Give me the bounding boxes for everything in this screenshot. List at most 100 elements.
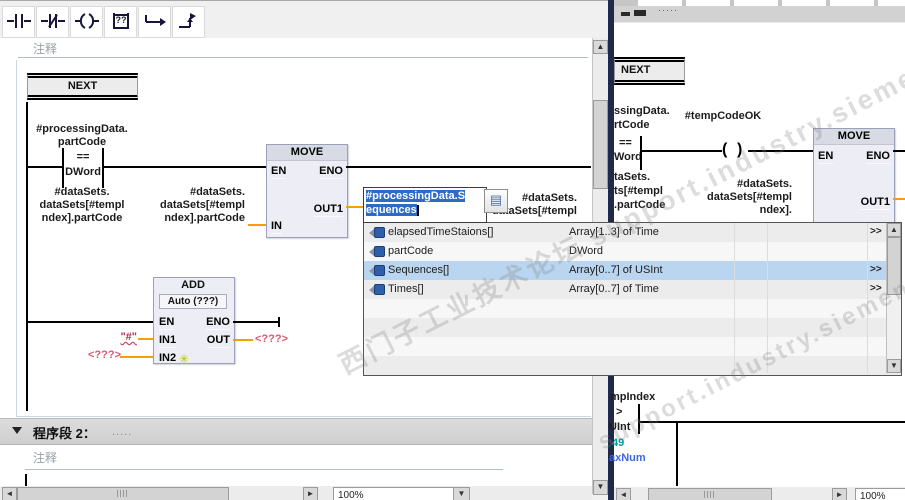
right-hscroll-right-arrow[interactable]: ► (832, 488, 847, 500)
move-in-operand[interactable]: #dataSets. dataSets[#templ ndex].partCode (143, 186, 245, 225)
edit-field-line2: equences (366, 204, 417, 216)
right-compare-top2[interactable]: rtCode (614, 119, 649, 132)
row-expand[interactable]: >> (870, 226, 882, 237)
left-zoom-dropdown-arrow[interactable]: ▼ (453, 487, 470, 500)
row-type: Array[1..3] of Time (569, 226, 659, 238)
jump-label-next[interactable]: NEXT (27, 73, 138, 100)
row-expand[interactable]: >> (870, 264, 882, 275)
move-en-pin: EN (271, 165, 287, 179)
autocomplete-empty-row (364, 356, 901, 375)
right-compare-top1[interactable]: ssingData. (614, 105, 670, 118)
network2-comment[interactable]: 注释 (33, 449, 57, 466)
coil-button[interactable] (70, 6, 103, 38)
network2-collapse-icon[interactable] (12, 427, 22, 434)
no-contact-button[interactable] (2, 6, 35, 38)
dropdown-scroll-thumb[interactable] (887, 237, 901, 295)
network2-power-rail-stub (25, 474, 27, 486)
compare-datatype[interactable]: DWord (64, 166, 102, 179)
dropdown-scroll-up-arrow[interactable]: ▲ (887, 223, 901, 237)
autocomplete-row[interactable]: partCode DWord (364, 242, 901, 261)
right-compare-bottom2[interactable]: ts[#templ (614, 185, 663, 198)
coil-operand[interactable]: #tempCodeOK (668, 110, 778, 123)
add-in2-pin: IN2 (159, 352, 177, 366)
operand-browse-button[interactable]: ▤ (484, 189, 508, 213)
network2-title[interactable]: 程序段 2： (33, 423, 96, 442)
right-compare2-operator[interactable]: > (616, 406, 622, 419)
hscroll-grip (704, 491, 716, 498)
hscroll-grip (117, 490, 129, 497)
move-block-title: MOVE (267, 145, 347, 161)
autocomplete-row-selected[interactable]: Sequences[] Array[0..7] of USInt >> (364, 261, 901, 280)
tia-portal-ladder-editor: ?? 注释 NEXT #processingData. partCode == D… (0, 0, 905, 500)
right-compare2-datatype[interactable]: UInt (609, 421, 630, 434)
right-header-glyph (621, 12, 630, 16)
right-compare-operator[interactable]: == (619, 137, 632, 150)
dropdown-vscrollbar[interactable]: ▲ ▼ (886, 223, 901, 373)
compare-contact-operand-bottom[interactable]: #dataSets. dataSets[#templ ndex].partCode (20, 186, 144, 225)
right-move-block[interactable]: MOVE EN ENO OUT1 (813, 128, 895, 224)
autocomplete-empty-row (364, 318, 901, 337)
move-in-pin: IN (271, 220, 282, 234)
open-branch-button[interactable] (138, 6, 171, 38)
autocomplete-row[interactable]: elapsedTimeStaions[] Array[1..3] of Time… (364, 223, 901, 242)
right-compare2-bar (638, 404, 640, 434)
empty-box-button[interactable]: ?? (104, 6, 137, 38)
add-input-star-icon[interactable]: ✳ (179, 352, 189, 366)
dropdown-scroll-down-arrow[interactable]: ▼ (887, 359, 901, 373)
right-move-in-operand[interactable]: #dataSets. dataSets[#templ ndex]. (700, 178, 792, 217)
right-branch-vwire (676, 423, 678, 486)
compare-operator[interactable]: == (64, 151, 102, 164)
nc-contact-button[interactable] (36, 6, 69, 38)
right-compare2-operand[interactable]: mpIndex (610, 391, 655, 404)
close-branch-button[interactable] (172, 6, 205, 38)
right-zoom-select[interactable]: 100% (855, 488, 905, 500)
autocomplete-row[interactable]: Times[] Array[0..7] of Time >> (364, 280, 901, 299)
right-compare2-tag[interactable]: axNum (609, 452, 646, 465)
right-move-block-title: MOVE (814, 129, 894, 145)
add-block[interactable]: ADD Auto (???) EN ENO IN1 OUT IN2 ✳ (153, 277, 235, 366)
add-in2-operand[interactable]: <???> (88, 349, 121, 362)
add-out-wire (233, 339, 253, 341)
left-hscroll-thumb[interactable] (17, 487, 229, 500)
compare-contact-right-bar (102, 148, 104, 188)
left-hscroll-right-arrow[interactable]: ► (303, 487, 318, 500)
right-compare-bottom1[interactable]: taSets. (614, 171, 650, 184)
right-hscroll-thumb[interactable] (648, 488, 772, 500)
row-name: elapsedTimeStaions[] (388, 226, 494, 238)
add-mode-box[interactable]: Auto (???) (159, 294, 227, 309)
right-compare-bottom3[interactable]: .partCode (614, 199, 665, 212)
text-cursor (416, 204, 419, 216)
add-out-pin: OUT (206, 334, 230, 348)
network2-comment-underline (25, 469, 503, 470)
add-out-operand[interactable]: <???> (255, 333, 288, 346)
close-branch-icon (177, 12, 201, 33)
dropdown-column-divider (867, 223, 868, 373)
network1-left-border (16, 60, 17, 416)
right-move-eno-pin: ENO (866, 150, 890, 164)
network1-bottom-border (16, 416, 591, 417)
comment-underline (18, 57, 588, 58)
right-jump-label-next[interactable]: NEXT (614, 57, 685, 85)
coil-left-paren[interactable]: ( (722, 140, 727, 160)
move-out1-pin: OUT1 (313, 203, 343, 217)
operand-edit-field[interactable]: #processingData.S equences (363, 187, 487, 223)
right-compare2-value: 49 (612, 437, 625, 449)
left-vscroll-down-arrow[interactable]: ▼ (593, 480, 608, 495)
network2-title-placeholder[interactable]: ..... (112, 426, 132, 438)
right-hscroll-left-arrow[interactable]: ◄ (616, 488, 631, 500)
network1-comment[interactable]: 注释 (33, 40, 57, 57)
row-name: Times[] (388, 283, 424, 295)
left-zoom-select[interactable]: 100% (333, 487, 457, 500)
left-hscroll-left-arrow[interactable]: ◄ (2, 487, 17, 500)
compare-contact-operand-top[interactable]: #processingData. partCode (26, 123, 138, 149)
row-expand[interactable]: >> (870, 283, 882, 294)
left-vscroll-thumb[interactable] (593, 100, 608, 189)
row-type: DWord (569, 245, 604, 257)
left-vscroll-up-arrow[interactable]: ▲ (593, 40, 608, 54)
right-compare-datatype[interactable]: Word (614, 151, 642, 164)
no-contact-icon (6, 12, 31, 33)
move-block[interactable]: MOVE EN ENO OUT1 IN (266, 144, 348, 238)
coil-right-paren[interactable]: ) (737, 140, 742, 160)
add-eno-pin: ENO (206, 316, 230, 330)
add-in1-operand[interactable]: "#" (105, 331, 137, 344)
